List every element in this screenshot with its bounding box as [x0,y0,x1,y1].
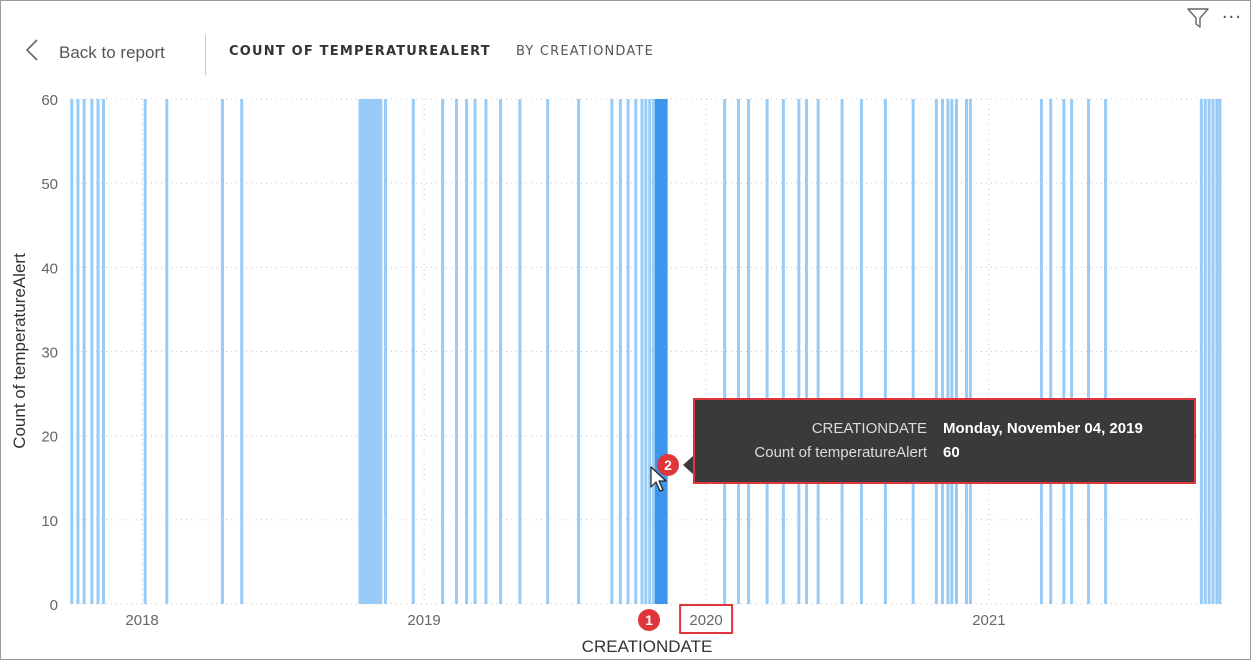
bar[interactable] [941,99,945,604]
bar[interactable] [1211,99,1215,604]
tooltip-label-creationdate: CREATIONDATE [811,420,927,437]
y-tick-label: 20 [41,429,58,446]
data-tooltip: CREATIONDATE Monday, November 04, 2019 C… [693,398,1196,484]
bar[interactable] [518,99,522,604]
bar[interactable] [781,99,785,604]
bar[interactable] [96,99,100,604]
tooltip-pointer [683,456,693,474]
bar[interactable] [101,99,105,604]
bar[interactable] [737,99,741,604]
bar[interactable] [797,99,801,604]
bar[interactable] [723,99,727,604]
y-axis-label: Count of temperatureAlert [10,253,29,449]
bar[interactable] [648,99,652,604]
bar[interactable] [441,99,445,604]
bar[interactable] [911,99,915,604]
bar[interactable] [1087,99,1091,604]
bar[interactable] [626,99,630,604]
bar[interactable] [1039,99,1043,604]
bar[interactable] [934,99,938,604]
bar[interactable] [765,99,769,604]
bar[interactable] [577,99,581,604]
bar[interactable] [383,99,387,604]
mouse-cursor-icon [650,466,667,492]
tooltip-value-count: 60 [943,444,960,461]
bar[interactable] [954,99,958,604]
bar[interactable] [1049,99,1053,604]
bar[interactable] [455,99,459,604]
bar[interactable] [465,99,469,604]
bar[interactable] [76,99,80,604]
bar[interactable] [610,99,614,604]
bar[interactable] [70,99,74,604]
bar[interactable] [1062,99,1066,604]
tooltip-value-creationdate: Monday, November 04, 2019 [943,420,1143,437]
x-tick-label-2020: 2020 [689,612,722,629]
y-tick-label: 0 [50,597,58,614]
y-tick-label: 10 [41,513,58,530]
bar[interactable] [662,99,668,604]
x-tick-label-2019: 2019 [407,612,440,629]
bar[interactable] [411,99,415,604]
bar[interactable] [473,99,477,604]
x-tick-label-2021: 2021 [972,612,1005,629]
bar[interactable] [805,99,809,604]
bar[interactable] [1215,99,1219,604]
bar[interactable] [859,99,863,604]
y-tick-label: 30 [41,345,58,362]
x-axis-label: CREATIONDATE [582,637,713,656]
bar[interactable] [220,99,224,604]
bar[interactable] [165,99,169,604]
bar[interactable] [1203,99,1207,604]
y-tick-label: 50 [41,176,58,193]
bar[interactable] [840,99,844,604]
bar[interactable] [964,99,968,604]
bar[interactable] [883,99,887,604]
bar[interactable] [1070,99,1074,604]
bar[interactable] [484,99,488,604]
tooltip-label-count: Count of temperatureAlert [754,444,927,461]
bar[interactable] [644,99,648,604]
bar[interactable] [950,99,954,604]
report-visual-frame: ··· Back to report COUNT OF TEMPERATUREA… [0,0,1251,660]
bar[interactable] [1207,99,1211,604]
bar[interactable] [379,99,383,604]
bar[interactable] [82,99,86,604]
callout-badge-1: 1 [638,609,660,631]
bar[interactable] [634,99,638,604]
bar[interactable] [640,99,644,604]
bar-chart: 0 10 20 30 40 50 60 2018 2019 2020 2021 Count of t… [10,92,1223,656]
x-tick-label-2018: 2018 [125,612,158,629]
bar[interactable] [968,99,972,604]
bar[interactable] [652,99,656,604]
bar[interactable] [143,99,147,604]
y-tick-label: 40 [41,260,58,277]
bar[interactable] [1218,99,1222,604]
bar[interactable] [816,99,820,604]
bar[interactable] [618,99,622,604]
y-tick-label: 60 [41,92,58,109]
bar[interactable] [1104,99,1108,604]
bar[interactable] [546,99,550,604]
bar[interactable] [747,99,751,604]
bar[interactable] [499,99,503,604]
bar[interactable] [240,99,244,604]
bar[interactable] [946,99,950,604]
bar[interactable] [90,99,94,604]
bar[interactable] [1199,99,1203,604]
